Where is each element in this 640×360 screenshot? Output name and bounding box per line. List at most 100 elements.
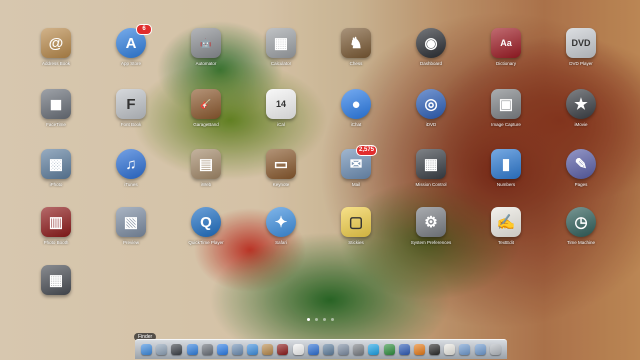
app-keynote[interactable]: ▭ Keynote (251, 149, 311, 188)
numbers-icon: ▮ (491, 149, 521, 179)
app-mail[interactable]: ✉ 2,575 Mail (326, 145, 386, 188)
idvd-icon: ◎ (416, 89, 446, 119)
app-garageband[interactable]: 🎸 GarageBand (176, 89, 236, 128)
app-address-book[interactable]: @ Address Book (26, 28, 86, 67)
dock-mission-control-icon[interactable] (171, 344, 183, 355)
app-label: Mail (351, 182, 361, 187)
iphoto-icon: ▩ (41, 149, 71, 179)
dock-terminal-icon[interactable] (429, 344, 441, 355)
app-mission-control[interactable]: ▦ Mission Control (401, 149, 461, 188)
app-app-store[interactable]: A 6 App Store (101, 24, 161, 67)
app-numbers[interactable]: ▮ Numbers (476, 149, 536, 188)
app-label: iMovie (574, 122, 588, 127)
app-photo-booth[interactable]: ▥ Photo Booth (26, 207, 86, 246)
page-dot[interactable] (314, 318, 318, 321)
app-idvd[interactable]: ◎ iDVD (401, 89, 461, 128)
dock-vlc-icon[interactable] (413, 344, 425, 355)
dock-address-book-icon[interactable] (262, 344, 274, 355)
app-automator[interactable]: 🤖 Automator (176, 28, 236, 67)
app-dashboard[interactable]: ◉ Dashboard (401, 28, 461, 67)
calculator-icon: ▦ (266, 28, 296, 58)
app-system-preferences[interactable]: ⚙ System Preferences (401, 207, 461, 246)
app-preview[interactable]: ▧ Preview (101, 207, 161, 246)
dock-itunes-icon[interactable] (307, 344, 319, 355)
page-dot[interactable] (306, 318, 310, 321)
app-iweb[interactable]: ▤ iWeb (176, 149, 236, 188)
page-indicator[interactable] (0, 318, 640, 321)
dock-mail-icon[interactable] (232, 344, 244, 355)
app-time-machine[interactable]: ◷ Time Machine (551, 207, 611, 246)
dock-launchpad-icon[interactable] (156, 344, 168, 355)
app-quicktime[interactable]: Q QuickTime Player (176, 207, 236, 246)
app-label: GarageBand (193, 122, 219, 127)
app-stickies[interactable]: ▢ Stickies (326, 207, 386, 246)
system-preferences-glyph: ⚙ (424, 213, 438, 231)
app-facetime[interactable]: ◼ FaceTime (26, 89, 86, 128)
app-utilities-folder[interactable]: ▦ (26, 265, 86, 298)
app-label: Time Machine (566, 240, 596, 245)
dock-downloads-folder-icon[interactable] (459, 344, 471, 355)
dock-ical-icon[interactable] (292, 344, 304, 355)
iweb-icon: ▤ (191, 149, 221, 179)
app-chess[interactable]: ♞ Chess (326, 28, 386, 67)
dock-system-preferences-icon[interactable] (353, 344, 365, 355)
time-machine-icon: ◷ (566, 207, 596, 237)
dock-photo-booth-icon[interactable] (277, 344, 289, 355)
app-ichat[interactable]: ● iChat (326, 89, 386, 128)
app-dvd-player[interactable]: DVD DVD Player (551, 28, 611, 67)
dock-finder-icon[interactable] (141, 344, 153, 355)
app-imovie[interactable]: ★ iMovie (551, 89, 611, 128)
dock-preview-icon[interactable] (338, 344, 350, 355)
mail-icon: ✉ 2,575 (341, 145, 377, 179)
app-pages[interactable]: ✎ Pages (551, 149, 611, 188)
app-label: Mission Control (415, 182, 447, 187)
dock-word-icon[interactable] (398, 344, 410, 355)
app-label: QuickTime Player (188, 240, 224, 245)
photo-booth-icon: ▥ (41, 207, 71, 237)
app-iphoto[interactable]: ▩ iPhoto (26, 149, 86, 188)
dock-app-store-icon[interactable] (186, 344, 198, 355)
app-itunes[interactable]: ♫ iTunes (101, 149, 161, 188)
launchpad-grid: @ Address Book A 6 App Store 🤖 Automator ▦ Calcu… (0, 0, 640, 330)
ical-glyph: 14 (275, 98, 286, 109)
app-safari[interactable]: ✦ Safari (251, 207, 311, 246)
app-textedit[interactable]: ✍ TextEdit (476, 207, 536, 246)
app-calculator[interactable]: ▦ Calculator (251, 28, 311, 67)
dock-iphoto-icon[interactable] (322, 344, 334, 355)
pages-icon: ✎ (566, 149, 596, 179)
iweb-glyph: ▤ (198, 155, 214, 173)
app-label: Photo Booth (43, 240, 69, 245)
calculator-glyph: ▦ (273, 34, 289, 52)
app-label: System Preferences (410, 240, 452, 245)
app-label: Image Capture (491, 122, 521, 127)
utilities-folder-glyph: ▦ (48, 271, 64, 289)
dock-facetime-icon[interactable] (201, 344, 213, 355)
imovie-icon: ★ (566, 89, 596, 119)
app-image-capture[interactable]: ▣ Image Capture (476, 89, 536, 128)
mail-glyph: ✉ (349, 155, 363, 173)
dictionary-glyph: Aa (500, 37, 512, 48)
page-dot[interactable] (330, 318, 334, 321)
dock-textedit-icon[interactable] (444, 344, 456, 355)
app-label: TextEdit (497, 240, 514, 245)
mission-control-glyph: ▦ (423, 155, 439, 173)
app-font-book[interactable]: F Font Book (101, 89, 161, 128)
dock-skype-icon[interactable] (368, 344, 380, 355)
app-ical[interactable]: 14 iCal (251, 89, 311, 128)
dock-documents-folder-icon[interactable] (474, 344, 486, 355)
app-label: iChat (350, 122, 362, 127)
dock-ichat-icon[interactable] (216, 344, 228, 355)
dock-safari-icon[interactable] (247, 344, 259, 355)
page-dot[interactable] (322, 318, 326, 321)
app-dictionary[interactable]: Aa Dictionary (476, 28, 536, 67)
dashboard-icon: ◉ (416, 28, 446, 58)
app-label: Preview (122, 240, 139, 245)
dock-excel-icon[interactable] (383, 344, 395, 355)
dock-trash-icon[interactable] (489, 344, 501, 355)
facetime-glyph: ◼ (49, 95, 63, 113)
dock (135, 339, 507, 359)
app-label: DVD Player (569, 61, 593, 66)
ichat-icon: ● (341, 89, 371, 119)
system-preferences-icon: ⚙ (416, 207, 446, 237)
automator-glyph: 🤖 (200, 37, 212, 48)
